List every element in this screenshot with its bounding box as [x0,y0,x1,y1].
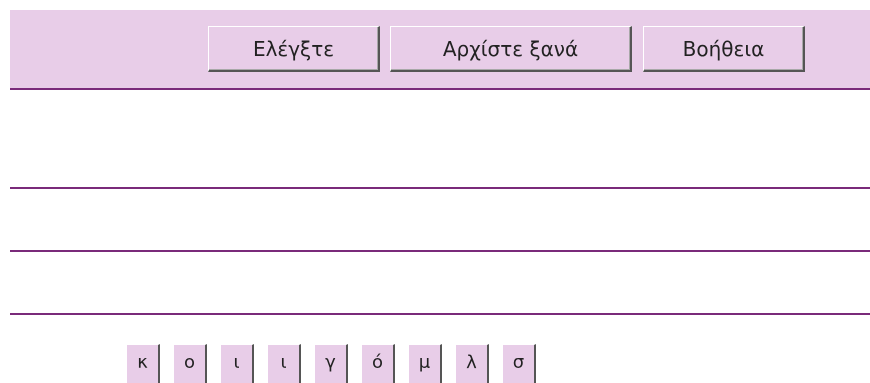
answer-line[interactable] [10,187,870,189]
answer-line[interactable] [10,250,870,252]
letter-tile[interactable]: ό [361,344,395,383]
letter-tiles: κ ο ι ι γ ό μ λ σ [126,344,536,383]
letter-tile[interactable]: ι [267,344,301,383]
letter-tile[interactable]: λ [455,344,489,383]
help-button[interactable]: Βοήθεια [643,26,805,72]
answer-line[interactable] [10,313,870,315]
letter-tile[interactable]: κ [126,344,160,383]
toolbar: Ελέγξτε Αρχίστε ξανά Βοήθεια [10,10,870,90]
letter-tile[interactable]: ο [173,344,207,383]
letter-tile[interactable]: γ [314,344,348,383]
restart-button[interactable]: Αρχίστε ξανά [390,26,632,72]
letter-tile[interactable]: μ [408,344,442,383]
letter-tile[interactable]: σ [502,344,536,383]
check-button[interactable]: Ελέγξτε [208,26,380,72]
letter-tile[interactable]: ι [220,344,254,383]
